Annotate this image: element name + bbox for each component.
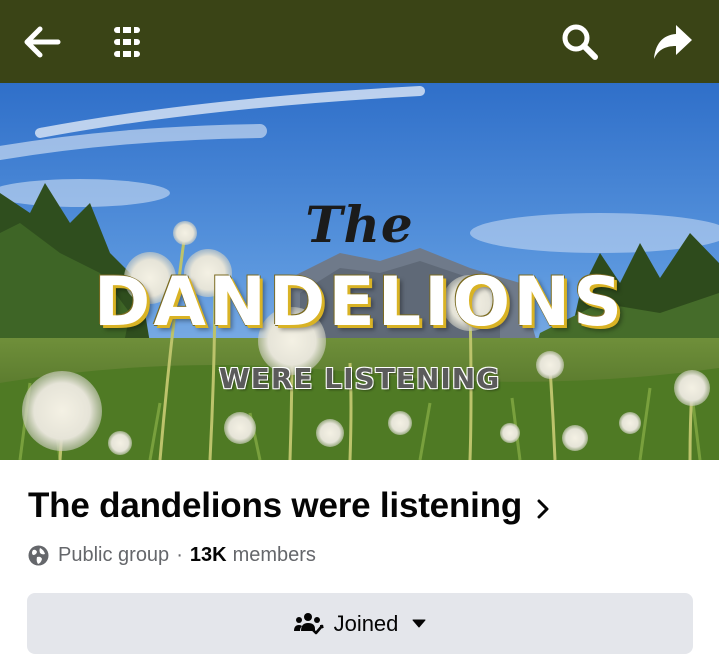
privacy-label: Public group [58,543,170,566]
share-button[interactable] [638,0,708,83]
group-cover-photo[interactable]: The DANDELIONS WERE LISTENING [0,83,719,460]
group-check-icon [293,612,324,636]
joined-button[interactable]: Joined [27,593,693,654]
meta-separator: · [176,543,183,566]
caret-down-icon [412,619,426,628]
globe-icon [28,545,49,566]
share-arrow-icon [654,24,692,59]
joined-label: Joined [333,610,399,636]
search-icon [562,24,598,60]
back-arrow-icon [24,26,61,57]
search-button[interactable] [545,0,615,83]
cover-title-the: The [305,195,414,254]
group-meta: Public group · 13K members [28,543,316,567]
cover-title-dandelions: DANDELIONS [93,263,626,342]
chevron-right-icon [536,498,550,520]
top-app-bar [0,0,719,83]
cover-title-were-listening: WERE LISTENING [218,362,501,395]
group-name: The dandelions were listening [28,486,523,525]
group-name-link[interactable]: The dandelions were listening [28,486,550,526]
group-menu-button[interactable] [92,0,162,83]
back-button[interactable] [6,0,76,83]
member-count[interactable]: 13K [190,544,227,567]
member-label[interactable]: members [233,544,316,567]
list-menu-icon [114,26,140,57]
